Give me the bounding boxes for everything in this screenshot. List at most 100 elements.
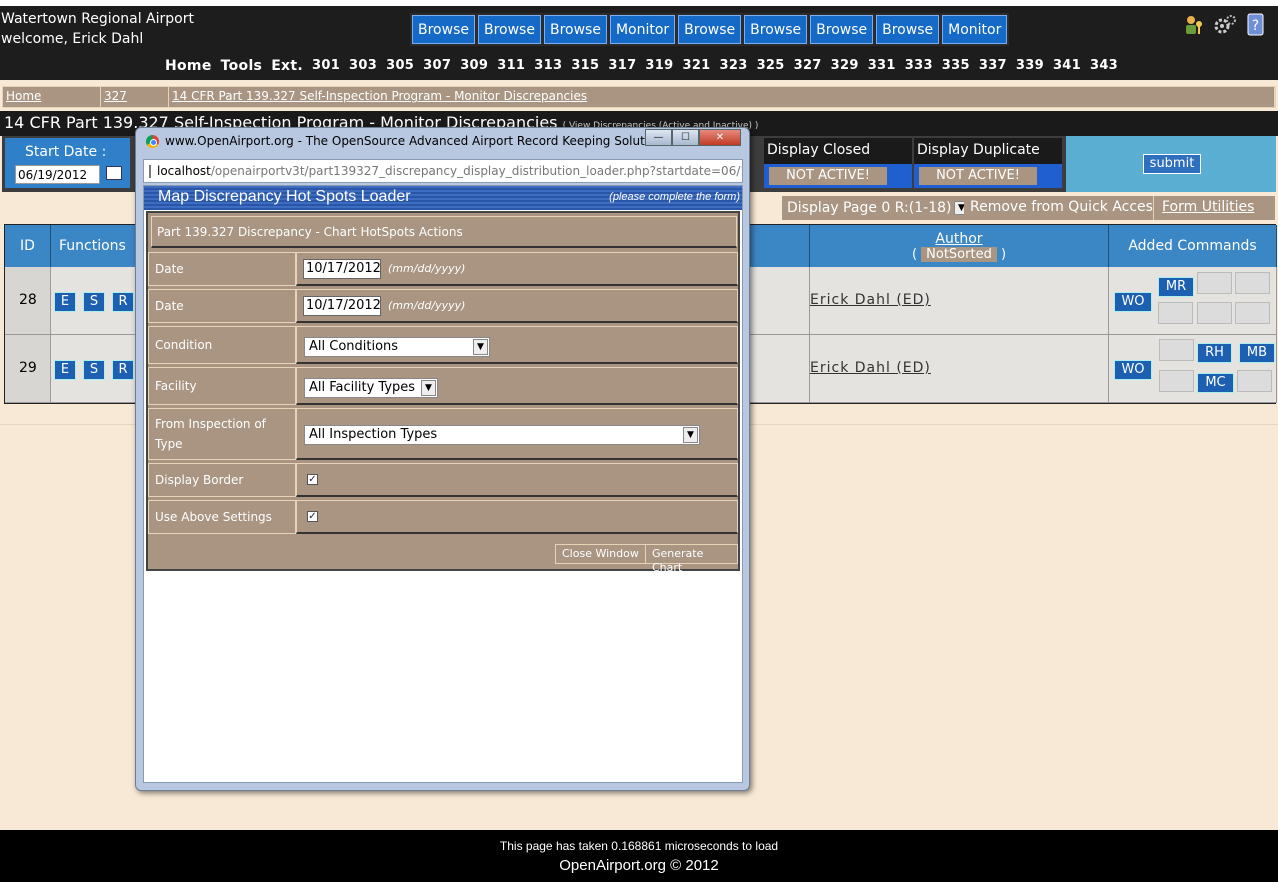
users-key-icon[interactable] [1181,12,1206,38]
nav-335[interactable]: 335 [942,58,970,74]
display-closed-label: Display Closed [767,142,871,158]
submit-button[interactable]: submit [1143,154,1201,174]
start-date-input[interactable] [15,165,100,184]
gears-icon[interactable] [1212,12,1237,38]
author-link[interactable]: Erick Dahl (ED) [810,292,931,308]
col-functions-header: Functions [51,225,137,267]
nav-home[interactable]: Home [165,58,212,74]
nav-321[interactable]: 321 [682,58,710,74]
header-icons: ? [1181,12,1268,38]
popup-content: Map Discrepancy Hot Spots Loader (please… [143,185,743,783]
breadcrumb-327[interactable]: 327 [101,87,169,107]
nav-303[interactable]: 303 [349,58,377,74]
mb-button[interactable]: MB [1239,343,1275,363]
close-icon[interactable]: ✕ [699,129,741,146]
row-id: 29 [19,360,37,376]
footer-brand: OpenAirport.org © 2012 [559,857,719,874]
display-duplicate-label: Display Duplicate [917,142,1040,158]
edit-button[interactable]: E [54,360,76,380]
work-order-button[interactable]: WO [1114,292,1152,312]
nav-311[interactable]: 311 [497,58,525,74]
mr-button[interactable]: MR [1158,277,1194,297]
form-utilities-link[interactable]: Form Utilities [1153,196,1275,220]
form-section-title: Part 139.327 Discrepancy - Chart HotSpot… [151,216,737,248]
inspection-type-select[interactable]: All Inspection Types ▼ [304,425,700,445]
nav-ext[interactable]: Ext. [271,58,303,74]
date-from-input[interactable]: 10/17/2012 [303,259,381,279]
menu-button-monitor-1[interactable]: Monitor [609,15,676,44]
mc-button[interactable]: MC [1197,373,1234,393]
use-settings-checkbox[interactable]: ✓ [307,511,318,522]
maximize-icon[interactable]: ☐ [672,129,699,146]
table-row: 28 [5,267,51,335]
condition-select[interactable]: All Conditions ▼ [304,337,490,357]
nav-333[interactable]: 333 [905,58,933,74]
display-border-checkbox[interactable]: ✓ [307,474,318,485]
col-author-header: Author ( NotSorted ) [810,225,1109,267]
facility-select[interactable]: All Facility Types ▼ [304,378,438,398]
generate-chart-button[interactable]: Generate Chart [645,544,738,574]
nav-309[interactable]: 309 [460,58,488,74]
start-date-box: Start Date : [5,138,130,188]
nav-313[interactable]: 313 [534,58,562,74]
nav-331[interactable]: 331 [868,58,896,74]
work-order-button[interactable]: WO [1114,360,1152,380]
chrome-icon [146,134,159,148]
menu-button-browse-5[interactable]: Browse [744,15,808,44]
minimize-icon[interactable]: — [645,129,672,146]
nav-317[interactable]: 317 [608,58,636,74]
remove-quick-access-button[interactable]: Remove from Quick Access [964,196,1167,220]
nav-329[interactable]: 329 [831,58,859,74]
date-to-label: Date [148,289,296,323]
menu-button-browse-3[interactable]: Browse [543,15,607,44]
popup-titlebar: www.OpenAirport.org - The OpenSource Adv… [146,134,687,148]
nav-327[interactable]: 327 [794,58,822,74]
menu-button-browse-4[interactable]: Browse [678,15,742,44]
svg-text:?: ? [1251,18,1258,34]
breadcrumb-home[interactable]: Home [3,87,101,107]
nav-tools[interactable]: Tools [221,58,263,74]
menu-button-browse-1[interactable]: Browse [412,15,475,44]
start-date-label: Start Date : [25,144,107,160]
address-bar[interactable]: localhost/openairportv3t/part139327_disc… [143,159,743,183]
page-icon [149,164,151,178]
nav-307[interactable]: 307 [423,58,451,74]
summary-button[interactable]: S [83,292,105,312]
nav-315[interactable]: 315 [571,58,599,74]
close-window-button[interactable]: Close Window [555,544,646,564]
menu-button-browse-6[interactable]: Browse [810,15,874,44]
summary-button[interactable]: S [83,360,105,380]
nav-343[interactable]: 343 [1090,58,1118,74]
url-path: /openairportv3t/part139327_discrepancy_d… [210,164,742,178]
airport-info: Watertown Regional Airport welcome, Eric… [1,9,194,49]
calendar-icon[interactable] [106,166,122,180]
report-button[interactable]: R [112,292,134,312]
report-button[interactable]: R [112,360,134,380]
nav-301[interactable]: 301 [312,58,340,74]
breadcrumb-current[interactable]: 14 CFR Part 139.327 Self-Inspection Prog… [169,87,1275,107]
display-duplicate-value[interactable]: NOT ACTIVE! [919,167,1037,185]
nav-325[interactable]: 325 [757,58,785,74]
display-page-select[interactable]: Display Page 0 R:(1-18) ▼ [782,196,974,220]
window-controls: — ☐ ✕ [645,129,741,146]
date-to-input[interactable]: 10/17/2012 [303,296,381,316]
help-icon[interactable]: ? [1243,12,1268,38]
nav-337[interactable]: 337 [979,58,1007,74]
facility-label: Facility [148,367,296,405]
nav-305[interactable]: 305 [386,58,414,74]
row-id: 28 [19,292,37,308]
nav-341[interactable]: 341 [1053,58,1081,74]
edit-button[interactable]: E [54,292,76,312]
nav-339[interactable]: 339 [1016,58,1044,74]
nav-323[interactable]: 323 [720,58,748,74]
inspection-type-label: From Inspection of Type [148,408,296,460]
col-author-label[interactable]: Author [935,231,982,247]
display-closed-value[interactable]: NOT ACTIVE! [769,167,887,185]
menu-button-monitor-2[interactable]: Monitor [942,15,1008,44]
date-to-hint: (mm/dd/yyyy) [388,299,466,312]
nav-319[interactable]: 319 [645,58,673,74]
menu-button-browse-7[interactable]: Browse [876,15,940,44]
author-link[interactable]: Erick Dahl (ED) [810,360,931,376]
menu-button-browse-2[interactable]: Browse [477,15,541,44]
rh-button[interactable]: RH [1197,343,1232,363]
